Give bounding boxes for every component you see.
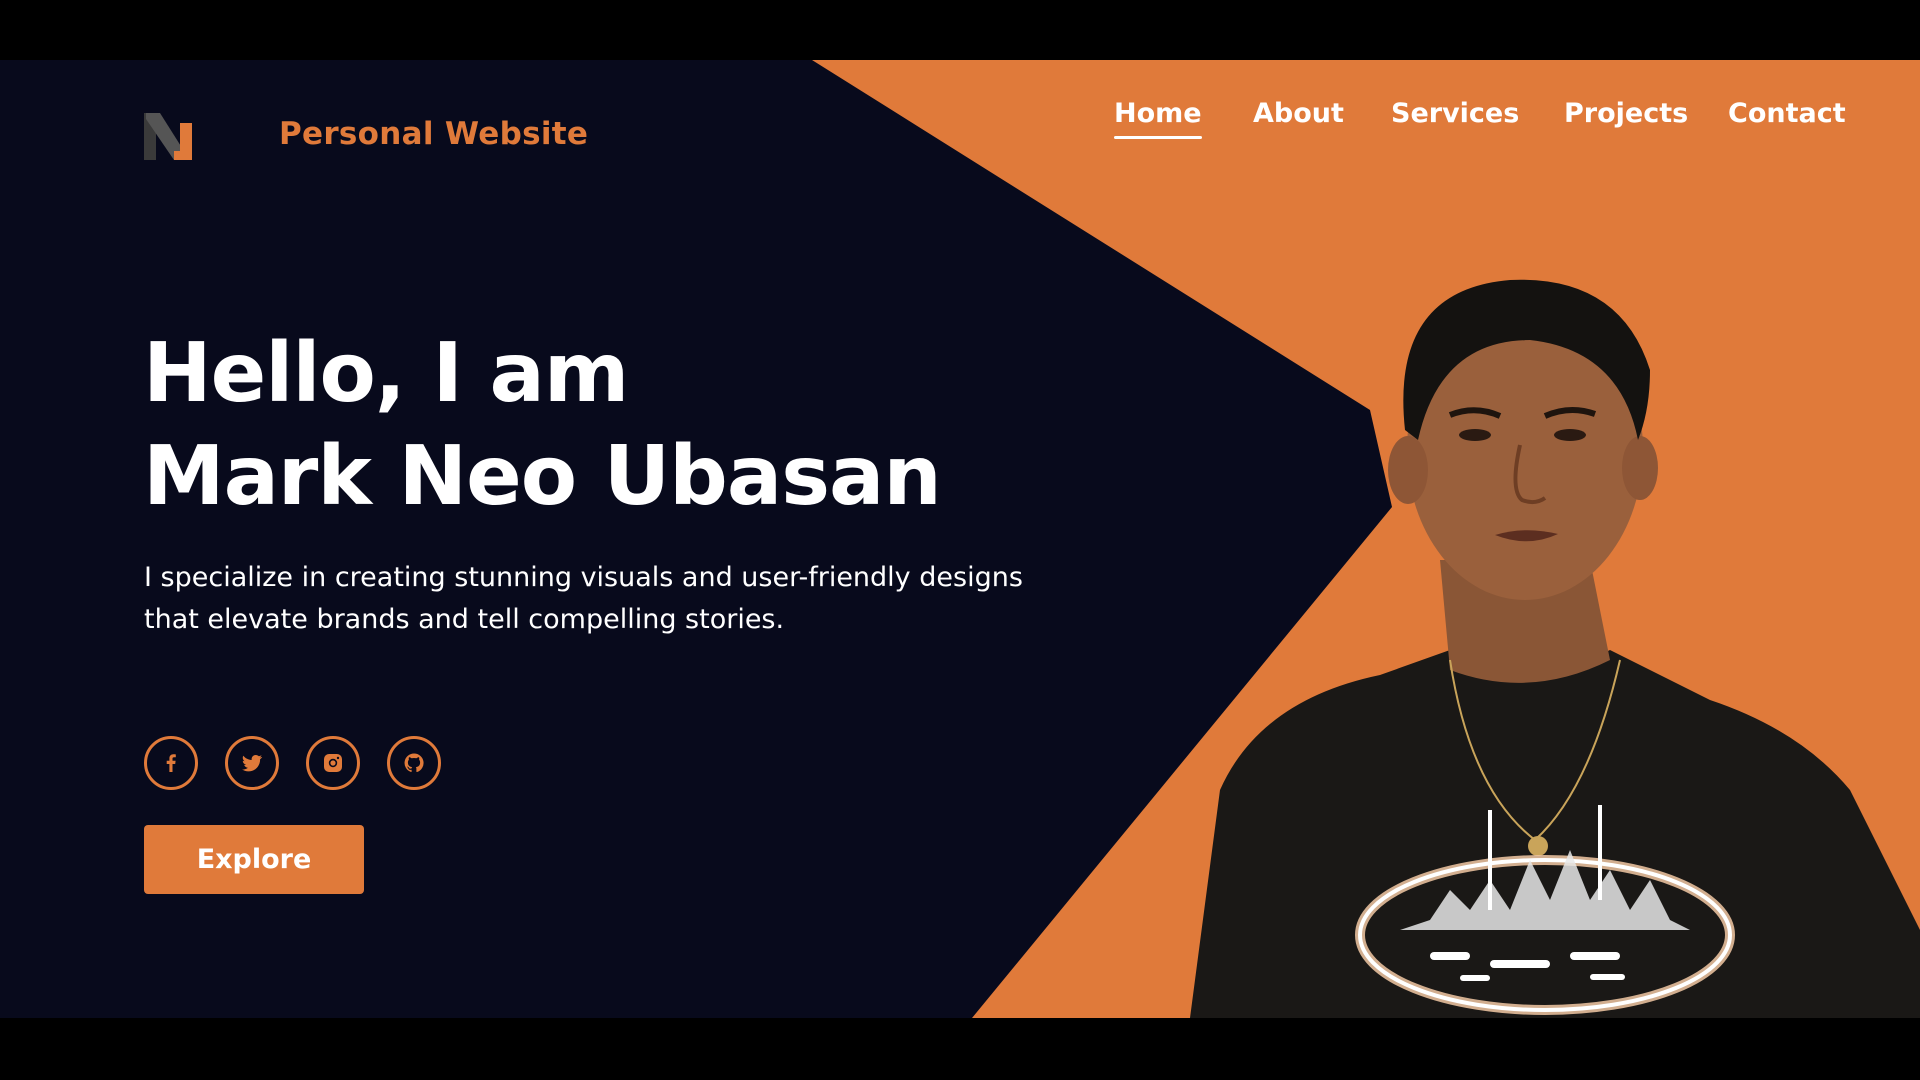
hero-description-line-1: I specialize in creating stunning visual… [144, 562, 1023, 593]
instagram-icon [324, 754, 342, 772]
github-icon [404, 753, 424, 773]
facebook-icon [166, 754, 176, 772]
github-link[interactable] [387, 736, 441, 790]
brand-name[interactable]: Personal Website [279, 116, 588, 152]
hero-title: Hello, I am Mark Neo Ubasan [143, 322, 942, 528]
hero-title-line-1: Hello, I am [143, 326, 629, 421]
main-nav: Home About Services Projects Contact [1114, 98, 1874, 158]
hero-description: I specialize in creating stunning visual… [144, 557, 1084, 641]
page: Personal Website Home About Services Pro… [0, 0, 1920, 1080]
instagram-link[interactable] [306, 736, 360, 790]
nav-item-projects[interactable]: Projects [1564, 98, 1688, 139]
social-links [144, 736, 464, 790]
nav-item-services[interactable]: Services [1391, 98, 1519, 139]
hero-description-line-2: that elevate brands and tell compelling … [144, 604, 785, 635]
nav-item-home[interactable]: Home [1114, 98, 1202, 139]
hero-title-line-2: Mark Neo Ubasan [143, 429, 942, 524]
facebook-link[interactable] [144, 736, 198, 790]
n-letter-logo-icon[interactable] [144, 113, 192, 160]
explore-button[interactable]: Explore [144, 825, 364, 894]
twitter-icon [242, 754, 263, 772]
twitter-link[interactable] [225, 736, 279, 790]
portrait-photo [1190, 279, 1920, 1018]
nav-item-contact[interactable]: Contact [1728, 98, 1846, 139]
nav-item-about[interactable]: About [1253, 98, 1344, 139]
hero-section: Personal Website Home About Services Pro… [0, 60, 1920, 1018]
